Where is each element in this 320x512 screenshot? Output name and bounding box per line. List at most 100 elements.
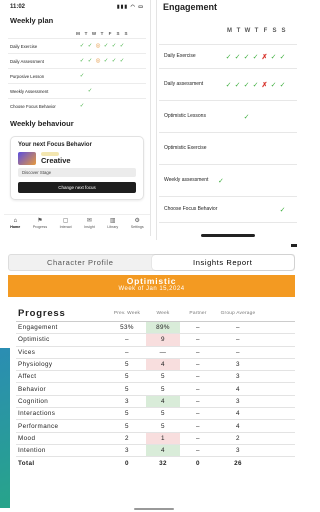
empty-day [110,103,118,109]
week-value: 89% [146,322,180,334]
check-icon: ✓ [87,43,93,49]
plan-day-4: F [108,31,112,36]
tab-settings[interactable]: ⚙ Settings [131,218,144,234]
tab-character-profile[interactable]: Character Profile [9,255,152,270]
empty-day [118,88,126,94]
empty-day [110,88,118,94]
check-icon: ✓ [234,53,241,61]
engagement-row-marks: ✓ ✓ ✓ ✓ ✗ ✓ ✓ [224,81,287,89]
engagement-row-marks: ✓ [224,206,287,214]
tab-insight[interactable]: ✉ Insight [84,218,95,234]
week-value: 4 [146,395,180,408]
settings-icon: ⚙ [134,218,140,224]
plan-row-marks: ✓ ✓ ◎ ✓ ✓ ✓ [70,43,126,49]
empty-day [102,103,110,109]
progress-row-name: Engagement [18,324,58,332]
prev-week-value: 5 [125,410,129,418]
tab-label: Settings [130,225,144,229]
check-icon: ✓ [218,177,224,185]
progress-row: Affect 5 5 – 3 [16,371,295,384]
group-average-value: 4 [236,385,240,393]
check-icon: ✓ [270,81,277,89]
empty-day [224,206,233,214]
prev-week-value: 3 [125,397,129,405]
progress-row: Interactions 5 5 – 4 [16,408,295,421]
banner-title: Optimistic [126,276,177,286]
check-icon: ✓ [252,53,259,61]
banner-subtitle: Week of Jan 15,2024 [118,286,185,292]
home-icon: ⌂ [13,218,18,224]
plan-day-1: T [84,31,88,36]
partner-value: – [196,385,200,393]
progress-row-name: Optimistic [18,336,50,344]
home-indicator [201,234,255,237]
plan-row[interactable]: Daily Exercise ✓ ✓ ◎ ✓ ✓ ✓ [8,38,146,53]
check-icon: ✓ [243,53,250,61]
tab-insights-report[interactable]: Insights Report [151,255,294,270]
empty-day [94,103,102,109]
col-group-average: Group Average [220,310,256,316]
week-value: 5 [161,410,165,418]
group-average-value: 4 [236,410,240,418]
progress-row: Behavior 5 5 – 4 [16,383,295,396]
engagement-row[interactable]: Optimistic Exercise [159,132,297,164]
tab-home[interactable]: ⌂ Home [10,218,20,234]
engagement-row-marks: ✓ [224,113,287,121]
group-average-value: – [236,336,240,344]
engagement-title: Engagement [163,2,218,12]
engagement-row[interactable]: Optimistic Lessons ✓ [159,100,297,132]
check-icon: ✓ [279,206,286,214]
week-value: 5 [161,385,165,393]
plan-day-5: S [116,31,120,36]
check-icon: ✓ [119,58,125,64]
plan-day-2: W [91,31,97,36]
focus-card-title: Your next Focus Behavior [18,142,92,148]
tab-progress[interactable]: ⚑ Progress [33,218,47,234]
focus-behavior-name: Creative [41,156,71,165]
pending-circle-icon: ◎ [95,43,101,49]
group-average-value: 4 [236,422,240,430]
plan-row-label: Daily Exercise [10,43,38,49]
col-week: Week [156,310,170,316]
empty-day [260,113,269,121]
tab-label: Library [107,225,119,229]
check-icon: ✓ [234,81,241,89]
plan-row[interactable]: Weekly Assessment ✓ [8,83,146,98]
status-time: 11:02 [10,4,26,10]
empty-day [94,88,102,94]
progress-row: Total 0 32 0 26 [16,457,295,469]
check-icon: ✓ [103,58,109,64]
plan-row-label: Weekly Assessment [10,88,49,94]
engagement-row[interactable]: Choose Focus Behavior ✓ [159,196,297,223]
check-icon: ✓ [243,113,250,121]
interact-icon: ▢ [62,218,69,224]
engagement-row-label: Weekly assessment [164,177,209,184]
partner-value: – [196,361,200,369]
plan-row[interactable]: Purposive Lesson ✓ [8,68,146,83]
tab-library[interactable]: ▥ Library [107,218,118,234]
group-average-value: – [236,348,240,356]
check-icon: ✓ [87,58,93,64]
engagement-row-label: Optimistic Exercise [164,145,207,152]
empty-day [86,73,94,79]
empty-day [242,206,251,214]
progress-row: Physiology 5 4 – 3 [16,358,295,372]
empty-day [70,73,78,79]
plan-row-label: Daily Assessment [10,58,44,64]
plan-row[interactable]: Choose Focus Behavior ✓ [8,98,146,113]
focus-behavior-card: Your next Focus Behavior Creative Discov… [10,136,144,200]
partner-value: – [196,348,200,356]
engagement-screen: Engagement MTWTFSS Daily Exercise ✓ ✓ ✓ ✓ ✗ ✓ ✓… [156,0,299,240]
progress-row-name: Mood [18,434,36,442]
engagement-row[interactable]: Weekly assessment ✓ [159,164,297,196]
empty-day [269,113,278,121]
engagement-row[interactable]: Daily assessment ✓ ✓ ✓ ✓ ✗ ✓ ✓ [159,68,297,100]
change-next-focus-button[interactable]: Change next focus [18,182,136,193]
plan-row[interactable]: Daily Assessment ✓ ✓ ◎ ✓ ✓ ✓ [8,53,146,68]
check-icon: ✓ [225,53,232,61]
check-icon: ✓ [279,53,286,61]
partner-value: – [196,434,200,442]
check-icon: ✓ [225,81,232,89]
engagement-row[interactable]: Daily Exercise ✓ ✓ ✓ ✓ ✗ ✓ ✓ [159,44,297,68]
tab-interact[interactable]: ▢ Interact [60,218,72,234]
